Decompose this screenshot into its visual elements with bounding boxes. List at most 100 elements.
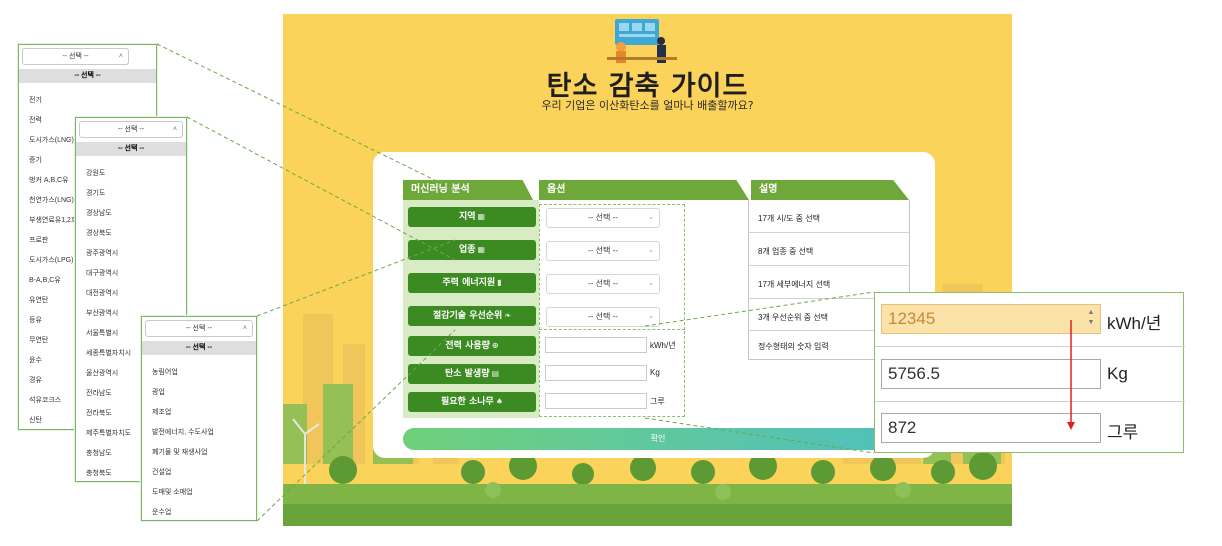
region-select[interactable]: -- 선택 -- ⌄ <box>546 208 660 228</box>
industry-select[interactable]: -- 선택 -- ⌄ <box>546 241 660 261</box>
region-option[interactable]: 충청북도 <box>86 468 112 478</box>
region-option[interactable]: 전라북도 <box>86 408 112 418</box>
energy-option[interactable]: 전력 <box>29 115 42 125</box>
industry-button-label: 업종 <box>458 245 476 255</box>
building-icon: ▦ <box>477 212 486 221</box>
energy-option[interactable]: 프로판 <box>29 235 48 245</box>
energy-source-button[interactable]: 주력 에너지원 ▮ <box>408 273 536 293</box>
guide-form-card: 머신러닝 분석 옵션 설명 지역 ▦ 업종 ▦ 주력 에너지원 ▮ 절감기술 우선순위… <box>373 152 935 458</box>
energy-option[interactable]: 등유 <box>29 315 42 325</box>
energy-option[interactable]: 석유코크스 <box>29 395 61 405</box>
energy-dropdown-header: -- 선택 -- <box>19 69 156 83</box>
zoom-row-divider <box>875 401 1185 402</box>
carbon-emission-input[interactable] <box>545 365 647 381</box>
region-option[interactable]: 강원도 <box>86 168 105 178</box>
priority-select[interactable]: -- 선택 -- ⌄ <box>546 307 660 327</box>
energy-option[interactable]: B-A,B,C유 <box>29 275 61 285</box>
industry-option[interactable]: 도매및 소매업 <box>152 487 193 497</box>
plug-icon: ⊕ <box>491 341 499 350</box>
chevron-up-icon: ˄ <box>242 325 247 332</box>
region-dropdown-header: -- 선택 -- <box>76 142 186 156</box>
region-option[interactable]: 대전광역시 <box>86 288 118 298</box>
zoom-carbon-value: 5756.5 <box>888 364 940 383</box>
region-option[interactable]: 경상북도 <box>86 228 112 238</box>
building-icon: ▦ <box>477 245 486 254</box>
region-dropdown-select[interactable]: -- 선택 -- ˄ <box>79 121 183 138</box>
region-option[interactable]: 광주광역시 <box>86 248 118 258</box>
tech-priority-button[interactable]: 절감기술 우선순위 ❧ <box>408 306 536 326</box>
region-option[interactable]: 세종특별자치시 <box>86 348 131 358</box>
energy-dropdown-select[interactable]: -- 선택 -- ˄ <box>22 48 129 65</box>
region-option[interactable]: 울산광역시 <box>86 368 118 378</box>
zoom-power-input[interactable]: 12345 ▲ ▼ <box>881 304 1101 334</box>
page-subtitle: 우리 기업은 이산화탄소를 얼마나 배출할까요? <box>541 99 754 112</box>
carbon-emission-button-label: 탄소 발생량 <box>444 369 490 379</box>
priority-description: 3개 우선순위 중 선택 <box>758 313 828 322</box>
industry-option[interactable]: 운수업 <box>152 507 171 517</box>
industry-button[interactable]: 업종 ▦ <box>408 240 536 260</box>
region-option[interactable]: 전라남도 <box>86 388 112 398</box>
region-option[interactable]: 제주특별자치도 <box>86 428 131 438</box>
header-ml-analysis: 머신러닝 분석 <box>403 180 533 200</box>
zoom-power-value: 12345 <box>888 309 936 328</box>
carbon-unit-label: Kg <box>650 368 660 377</box>
screenshot-stage: 탄소 감축 가이드 우리 기업은 이산화탄소를 얼마나 배출할까요? 머신러닝 … <box>0 0 1222 546</box>
industry-dropdown-select[interactable]: -- 선택 -- ˄ <box>145 320 253 337</box>
zoom-power-unit: kWh/년 <box>1107 314 1162 333</box>
energy-option[interactable]: 유연탄 <box>29 295 48 305</box>
carbon-emission-button[interactable]: 탄소 발생량 ▤ <box>408 364 536 384</box>
energy-option[interactable]: 무연탄 <box>29 335 48 345</box>
chevron-down-icon: ⌄ <box>648 280 654 287</box>
row-divider <box>748 265 910 266</box>
energy-option[interactable]: 부생연료유1,2호 <box>29 215 77 225</box>
region-option[interactable]: 경기도 <box>86 188 105 198</box>
industry-dropdown-panel: -- 선택 -- ˄ -- 선택 -- 농림어업 광업 제조업 발전에너지, 수도… <box>141 316 257 521</box>
zoom-row-divider <box>875 346 1185 347</box>
region-button-label: 지역 <box>458 212 476 222</box>
industry-option[interactable]: 건설업 <box>152 467 171 477</box>
region-dropdown-value: -- 선택 -- <box>117 126 145 133</box>
power-usage-input[interactable] <box>545 337 647 353</box>
region-option[interactable]: 대구광역시 <box>86 268 118 278</box>
region-option[interactable]: 충청남도 <box>86 448 112 458</box>
trees-unit-label: 그루 <box>650 397 665 406</box>
energy-option[interactable]: 도시가스(LPG) <box>29 255 73 265</box>
industry-option[interactable]: 제조업 <box>152 407 171 417</box>
region-button[interactable]: 지역 ▦ <box>408 207 536 227</box>
energy-option[interactable]: 전기 <box>29 95 42 105</box>
power-usage-button-label: 전력 사용량 <box>445 341 490 351</box>
region-option[interactable]: 서울특별시 <box>86 328 118 338</box>
industry-option[interactable]: 농림어업 <box>152 367 178 377</box>
number-spinner-icon[interactable]: ▲ ▼ <box>1086 308 1096 328</box>
power-usage-button[interactable]: 전력 사용량 ⊕ <box>408 336 536 356</box>
energy-option[interactable]: 도시가스(LNG) <box>29 135 74 145</box>
industry-option[interactable]: 광업 <box>152 387 165 397</box>
region-option[interactable]: 경상남도 <box>86 208 112 218</box>
energy-option[interactable]: 천연가스(LNG) <box>29 195 74 205</box>
tree-icon: ♠ <box>495 397 503 406</box>
energy-option[interactable]: 경유 <box>29 375 42 385</box>
industry-option[interactable]: 발전에너지, 수도사업 <box>152 427 214 437</box>
pine-trees-button[interactable]: 필요한 소나무 ♠ <box>408 392 536 412</box>
confirm-button[interactable]: 확인 <box>403 428 913 450</box>
zoom-carbon-input[interactable]: 5756.5 <box>881 359 1101 389</box>
chevron-down-icon: ⌄ <box>648 313 654 320</box>
power-unit-label: kWh/년 <box>650 341 676 350</box>
energy-select[interactable]: -- 선택 -- ⌄ <box>546 274 660 294</box>
row-divider <box>748 232 910 233</box>
pine-trees-button-label: 필요한 소나무 <box>441 397 494 407</box>
industry-option[interactable]: 폐기물 및 재생사업 <box>152 447 207 457</box>
zoom-trees-input[interactable]: 872 <box>881 413 1101 443</box>
energy-option[interactable]: 증기 <box>29 155 42 165</box>
energy-option[interactable]: 신탄 <box>29 415 42 425</box>
region-option[interactable]: 부산광역시 <box>86 308 118 318</box>
region-select-value: -- 선택 -- <box>588 213 618 222</box>
energy-option[interactable]: 벙커 A,B,C유 <box>29 175 69 185</box>
pine-trees-input[interactable] <box>545 393 647 409</box>
leaf-icon: ❧ <box>504 311 512 320</box>
energy-option[interactable]: 윤수 <box>29 355 42 365</box>
industry-dropdown-value: -- 선택 -- <box>185 325 213 332</box>
tech-priority-button-label: 절감기술 우선순위 <box>432 311 503 321</box>
chevron-up-icon: ˄ <box>118 53 123 60</box>
energy-description: 17개 세부에너지 선택 <box>758 280 831 289</box>
